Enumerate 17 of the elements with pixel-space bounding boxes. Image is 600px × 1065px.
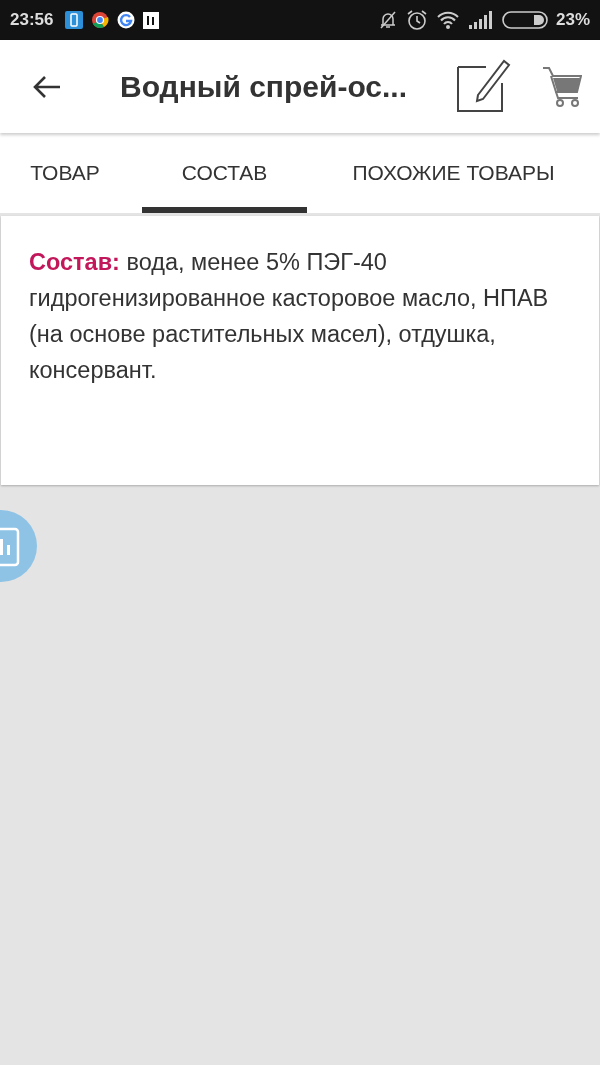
battery-percent: 23% — [555, 10, 590, 30]
back-arrow-icon[interactable] — [32, 74, 62, 99]
signal-icon — [467, 11, 494, 29]
product-title: Водный спрей-ос... — [120, 69, 409, 104]
tab[interactable]: ПОХОЖИЕ ТОВАРЫ — [307, 133, 600, 213]
composition-text: Состав: вода, менее 5% ПЭГ-40 гидрогенизированное касторовое масло, НПАВ (на основе растительных масел), отдушка, консервант. — [29, 248, 550, 385]
tab[interactable]: ТОВАР — [0, 133, 130, 213]
battery-icon — [501, 11, 548, 29]
wifi-icon — [435, 10, 460, 30]
cart-icon[interactable] — [542, 65, 582, 108]
document-app-icon — [143, 11, 160, 29]
bell-off-icon — [377, 10, 398, 30]
g-app-icon — [117, 11, 136, 29]
phone-app-icon — [65, 11, 84, 29]
browser-icon — [91, 11, 110, 29]
clock-time: 23:56 — [10, 10, 54, 30]
alarm-icon — [405, 9, 428, 31]
